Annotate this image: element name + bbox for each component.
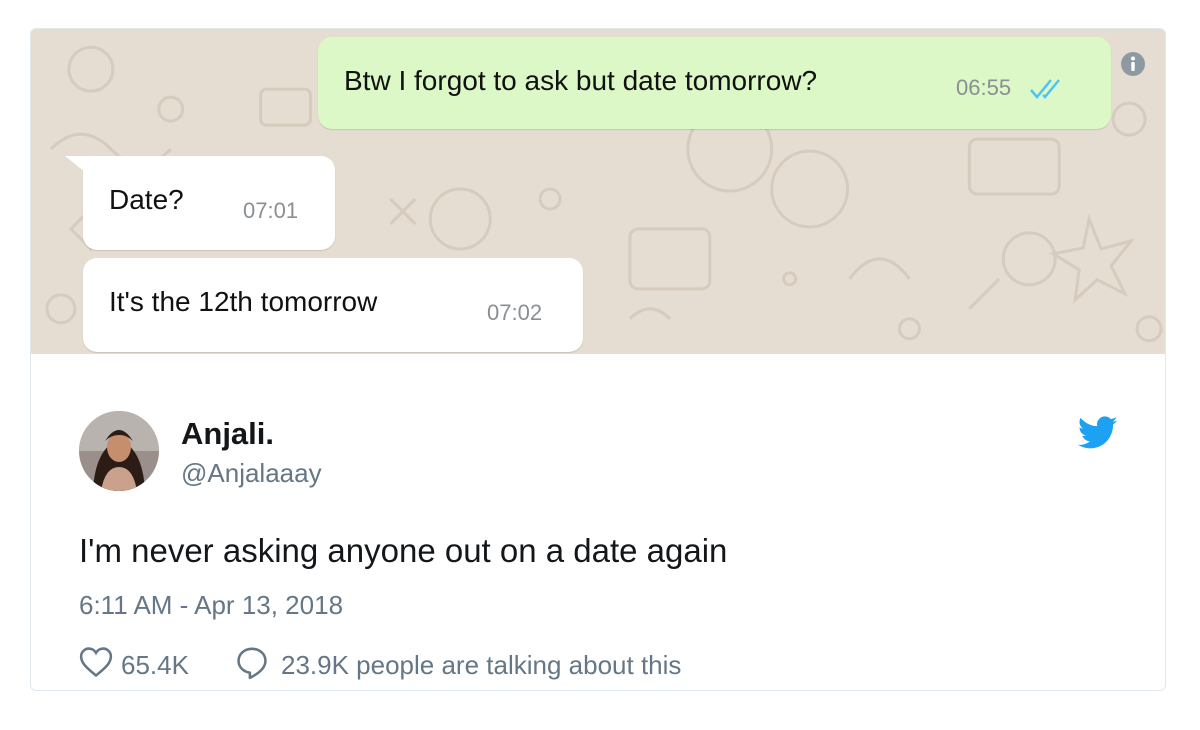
twitter-bird-icon[interactable] <box>1078 416 1118 450</box>
tweet-text: I'm never asking anyone out on a date ag… <box>79 532 728 569</box>
double-check-read-icon <box>1030 79 1060 99</box>
tweet-embed-card: Btw I forgot to ask but date tomorrow? 0… <box>30 28 1166 691</box>
incoming-message[interactable]: Date? 07:01 <box>83 156 335 250</box>
reply-bubble-icon[interactable] <box>235 646 269 680</box>
chat-screenshot: Btw I forgot to ask but date tomorrow? 0… <box>31 29 1165 354</box>
incoming-message[interactable]: It's the 12th tomorrow 07:02 <box>83 258 583 352</box>
like-count[interactable]: 65.4K <box>121 650 189 681</box>
message-time: 06:55 <box>956 75 1012 100</box>
message-text: Date? <box>109 184 184 215</box>
heart-icon[interactable] <box>79 646 113 678</box>
info-icon[interactable] <box>1120 51 1146 77</box>
message-time: 07:01 <box>243 198 299 223</box>
tweet-timestamp[interactable]: 6:11 AM - Apr 13, 2018 <box>79 590 343 621</box>
message-text: Btw I forgot to ask but date tomorrow? <box>344 65 818 96</box>
outgoing-message[interactable]: Btw I forgot to ask but date tomorrow? 0… <box>318 37 1111 129</box>
avatar-image <box>79 411 159 491</box>
author-name[interactable]: Anjali. <box>181 416 274 452</box>
tweet: Anjali. @Anjalaaay I'm never asking anyo… <box>31 354 1165 690</box>
message-text: It's the 12th tomorrow <box>109 286 378 317</box>
author-handle[interactable]: @Anjalaaay <box>181 458 322 489</box>
talking-count[interactable]: 23.9K people are talking about this <box>281 650 681 681</box>
avatar[interactable] <box>79 411 159 491</box>
message-time: 07:02 <box>487 300 543 325</box>
